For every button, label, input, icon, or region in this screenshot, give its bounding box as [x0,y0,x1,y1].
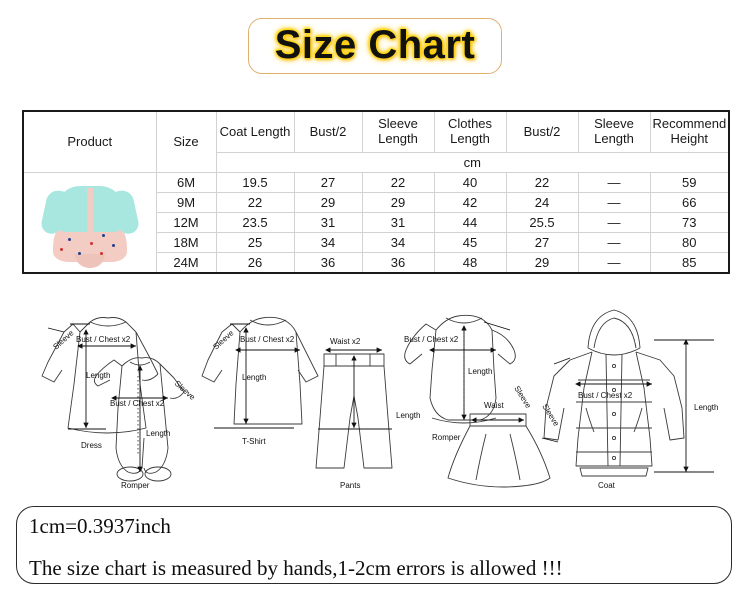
header-coat-length: Coat Length [215,110,295,153]
diagram-label-bust: Bust / Chest x2 [76,335,131,344]
diagram-label-sleeve: Sleeve [173,379,198,402]
diagram-label-waist: Waist [484,401,504,410]
cell-sleeve-length-b: — [577,252,651,274]
cell-size: 18M [155,232,217,253]
cell-recommend-height: 66 [649,192,730,213]
diagram-label-dress: Dress [81,441,102,450]
header-bust2-b: Bust/2 [505,110,579,153]
cell-size: 24M [155,252,217,274]
diagram-label-length: Length [86,371,110,380]
cell-sleeve-length-b: — [577,192,651,213]
cell-bust2-b: 27 [505,232,579,253]
cell-size: 9M [155,192,217,213]
diagram-label-coat: Coat [598,481,616,490]
diagram-label-length: Length [146,429,170,438]
diagram-label-waist: Waist x2 [330,337,361,346]
cell-clothes-length: 44 [433,212,507,233]
cell-recommend-height: 85 [649,252,730,274]
cell-recommend-height: 73 [649,212,730,233]
product-image-cell [22,172,157,274]
cell-sleeve-length-a: 22 [361,172,435,193]
header-recommend-height: Recommend Height [649,110,730,153]
cell-size: 6M [155,172,217,193]
cell-coat-length: 26 [215,252,295,274]
measurement-diagrams: Sleeve Bust / Chest x2 Length Dress Slee… [18,288,732,493]
cell-size: 12M [155,212,217,233]
cell-bust2-b: 22 [505,172,579,193]
diagram-label-sleeve: Sleeve [540,402,561,428]
cell-bust2-a: 29 [293,192,363,213]
cell-sleeve-length-a: 36 [361,252,435,274]
cell-sleeve-length-b: — [577,212,651,233]
cell-clothes-length: 48 [433,252,507,274]
diagram-label-romper: Romper [432,433,461,442]
diagram-label-romper: Romper [121,481,150,490]
title-area: Size Chart [0,0,750,92]
cell-coat-length: 19.5 [215,172,295,193]
diagram-label-length: Length [694,403,718,412]
diagram-label-pants: Pants [340,481,360,490]
unit-cm: cm [215,152,730,173]
footer-disclaimer-note: The size chart is measured by hands,1-2c… [29,556,563,581]
cell-clothes-length: 42 [433,192,507,213]
cell-clothes-length: 40 [433,172,507,193]
cell-bust2-b: 25.5 [505,212,579,233]
cell-recommend-height: 59 [649,172,730,193]
diagram-label-sleeve: Sleeve [512,384,533,410]
table-header-row: Product Size Coat Length Bust/2 Sleeve L… [22,110,730,173]
cell-bust2-b: 29 [505,252,579,274]
diagram-label-bust: Bust / Chest x2 [578,391,633,400]
diagram-label-length: Length [468,367,492,376]
cell-bust2-a: 36 [293,252,363,274]
header-sleeve-length-a: Sleeve Length [361,110,435,153]
cell-coat-length: 23.5 [215,212,295,233]
size-table-container: Product Size Coat Length Bust/2 Sleeve L… [22,110,730,274]
header-sleeve-length-b: Sleeve Length [577,110,651,153]
footer-note-box: 1cm=0.3937inch The size chart is measure… [16,506,732,584]
header-size: Size [155,110,217,173]
title-badge: Size Chart [247,18,503,74]
header-bust2-a: Bust/2 [293,110,363,153]
diagram-label-bust: Bust / Chest x2 [404,335,459,344]
cell-clothes-length: 45 [433,232,507,253]
diagram-label-sleeve: Sleeve [211,328,236,351]
cell-recommend-height: 80 [649,232,730,253]
outfit-illustration [39,178,141,268]
diagram-label-length: Length [396,411,420,420]
header-product: Product [22,110,157,173]
cell-sleeve-length-a: 29 [361,192,435,213]
cell-bust2-a: 31 [293,212,363,233]
cell-bust2-a: 34 [293,232,363,253]
cell-sleeve-length-b: — [577,172,651,193]
diagram-label-bust: Bust / Chest x2 [110,399,165,408]
table-row: 6M 19.5 27 22 40 22 — 59 [22,172,730,274]
cell-coat-length: 22 [215,192,295,213]
cell-sleeve-length-a: 34 [361,232,435,253]
cell-coat-length: 25 [215,232,295,253]
size-table: Product Size Coat Length Bust/2 Sleeve L… [22,110,730,274]
diagram-label-bust: Bust / Chest x2 [240,335,295,344]
diagram-label-tshirt: T-Shirt [242,437,266,446]
page-title: Size Chart [274,23,476,67]
product-photo [26,175,154,270]
cell-sleeve-length-a: 31 [361,212,435,233]
cell-bust2-a: 27 [293,172,363,193]
header-clothes-length: Clothes Length [433,110,507,153]
footer-conversion-note: 1cm=0.3937inch [29,514,171,538]
measurement-diagram-svg: Sleeve Bust / Chest x2 Length Dress Slee… [41,309,718,490]
cell-bust2-b: 24 [505,192,579,213]
cell-sleeve-length-b: — [577,232,651,253]
